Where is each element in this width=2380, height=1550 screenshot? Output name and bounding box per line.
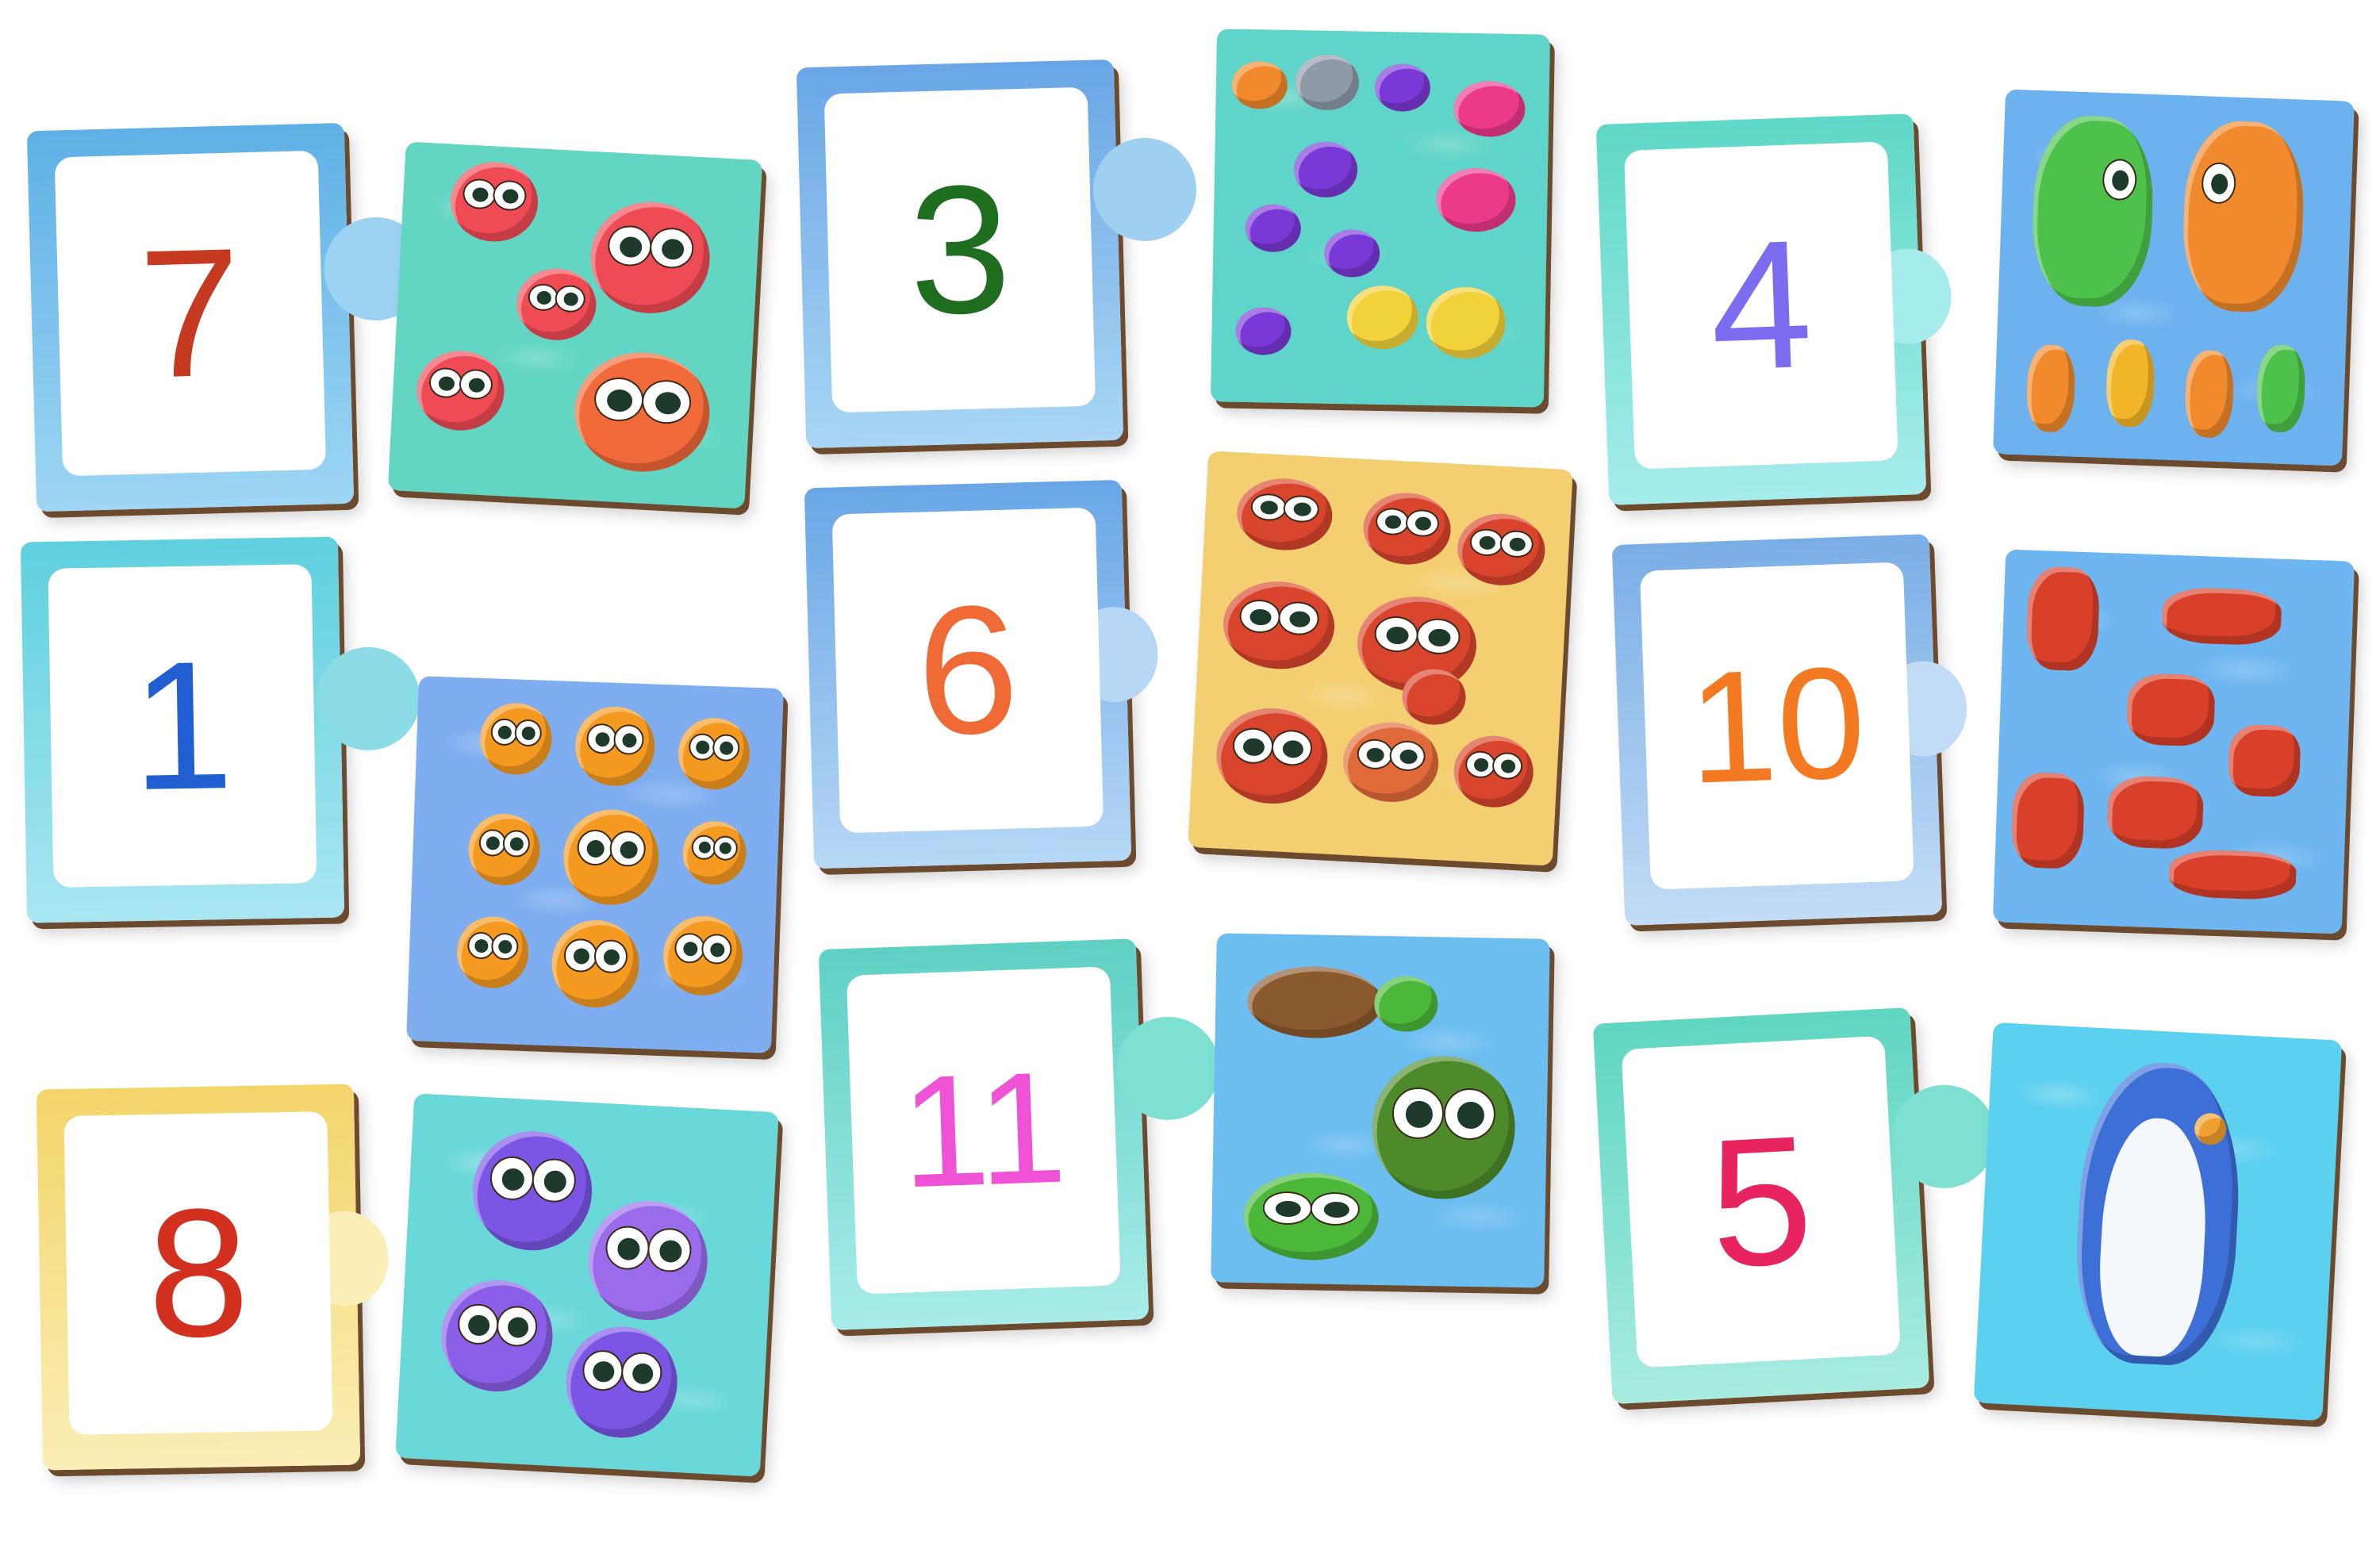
shrimp-icon [2161,586,2282,646]
number-label: 4 [1706,201,1816,409]
number-piece-4[interactable]: 4 [1595,113,1953,505]
number-card: 7 [54,150,327,477]
shrimp-icon [2125,672,2216,747]
picture-piece-shark[interactable] [1973,1022,2343,1421]
picture-piece-jellyfish[interactable] [395,1093,779,1477]
number-label: 1 [129,622,236,829]
number-piece-5[interactable]: 5 [1592,1007,1999,1405]
number-piece-7[interactable]: 7 [26,122,429,512]
number-label: 6 [914,566,1022,773]
number-card: 3 [823,86,1096,413]
number-label: 5 [1705,1096,1818,1306]
picture-piece-turtle[interactable] [1211,933,1550,1288]
number-label: 3 [906,146,1014,353]
puzzle-knob [316,646,421,752]
picture-piece-seahorse[interactable] [1993,89,2355,466]
number-piece-1[interactable]: 1 [20,536,421,923]
number-piece-11[interactable]: 11 [818,938,1222,1330]
number-card: 1 [48,564,317,888]
number-piece-6[interactable]: 6 [804,479,1159,869]
number-piece-10[interactable]: 10 [1611,534,1969,926]
shrimp-icon [2010,771,2086,870]
shrimp-icon [2227,723,2301,798]
number-label: 7 [136,209,244,416]
picture-piece-shrimp[interactable] [1992,549,2355,934]
number-card: 6 [831,507,1104,834]
number-card: 5 [1621,1035,1902,1368]
shrimp-icon [2025,566,2101,672]
picture-piece-pufferfish[interactable] [406,676,784,1053]
shrimp-icon [2106,775,2205,850]
number-card: 4 [1623,141,1898,470]
picture-piece-fish[interactable] [1210,29,1551,408]
number-piece-3[interactable]: 3 [796,59,1198,449]
number-label: 8 [145,1169,251,1376]
number-card: 11 [846,966,1121,1295]
shrimp-icon [2168,848,2297,901]
picture-piece-crab[interactable] [1188,451,1573,866]
number-label: 11 [898,1038,1069,1222]
number-card: 8 [63,1111,333,1435]
number-card: 10 [1639,562,1914,890]
number-label: 10 [1685,634,1868,817]
picture-piece-octopus[interactable] [387,141,763,509]
number-piece-8[interactable]: 8 [36,1084,390,1471]
